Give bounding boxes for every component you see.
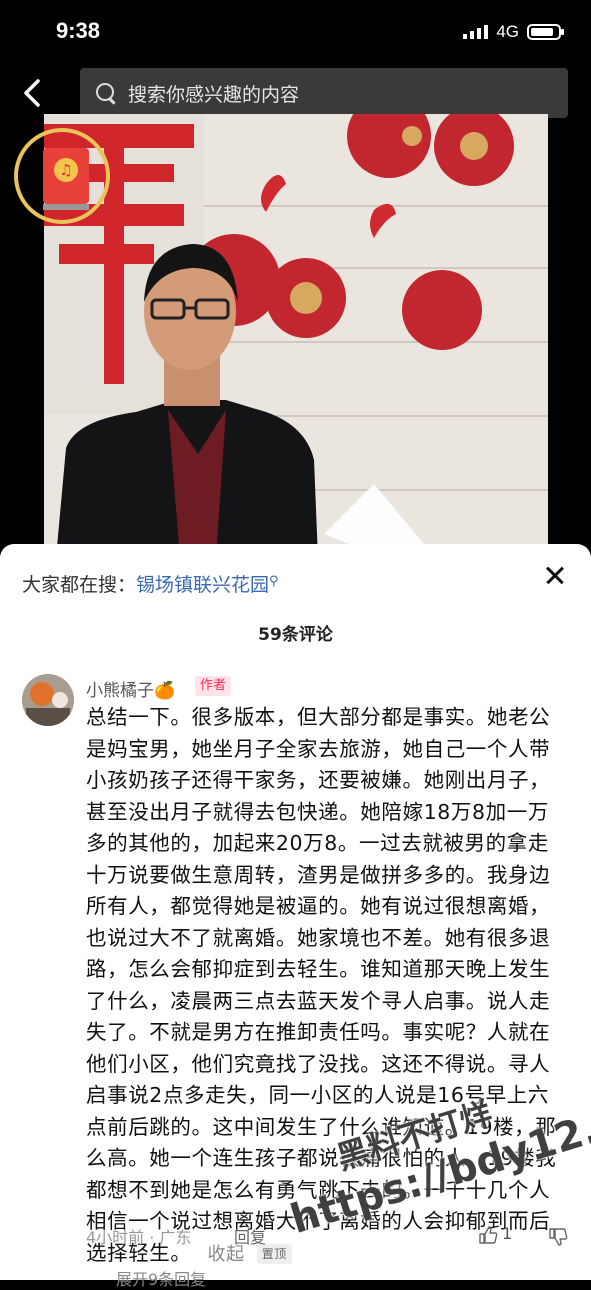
avatar[interactable]	[22, 674, 74, 726]
status-bar: 9:38 4G	[0, 0, 591, 64]
red-packet-button[interactable]: ♫	[14, 128, 110, 224]
back-arrow-icon[interactable]	[18, 76, 48, 110]
hot-search-term[interactable]: 锡场镇联兴花园	[136, 574, 269, 596]
hot-search-label: 大家都在搜：	[22, 574, 137, 596]
like-icon[interactable]	[478, 1226, 498, 1244]
dislike-icon[interactable]	[548, 1228, 568, 1246]
person-image	[56, 244, 318, 554]
video-frame[interactable]	[44, 114, 548, 554]
battery-icon	[527, 24, 564, 40]
network-type: 4G	[496, 22, 519, 41]
music-note-icon: ♫	[54, 158, 78, 182]
like-count: 1	[502, 1224, 513, 1243]
status-indicators: 4G	[463, 22, 564, 42]
author-badge: 作者	[195, 676, 232, 696]
comment-count: 59条评论	[258, 625, 333, 645]
search-icon	[96, 83, 116, 103]
red-packet-base	[43, 204, 89, 210]
author-emoji: 🍊	[154, 681, 176, 701]
status-time: 9:38	[56, 18, 101, 43]
search-input[interactable]: 搜索你感兴趣的内容	[80, 68, 568, 118]
expand-replies[interactable]: 展开9条回复	[116, 1266, 206, 1290]
search-icon: ⚲	[269, 574, 279, 589]
hot-search-bar[interactable]: 大家都在搜：锡场镇联兴花园⚲	[22, 570, 279, 597]
search-placeholder: 搜索你感兴趣的内容	[128, 83, 300, 106]
close-icon[interactable]	[541, 562, 569, 590]
author-name-text: 小熊橘子	[86, 681, 154, 701]
author-name[interactable]: 小熊橘子🍊	[86, 676, 175, 701]
comment-time-location: 4小时前 · 广东	[86, 1228, 192, 1247]
reply-button[interactable]: 回复	[234, 1224, 266, 1248]
red-packet-icon: ♫	[43, 148, 89, 204]
signal-icon	[463, 25, 489, 39]
